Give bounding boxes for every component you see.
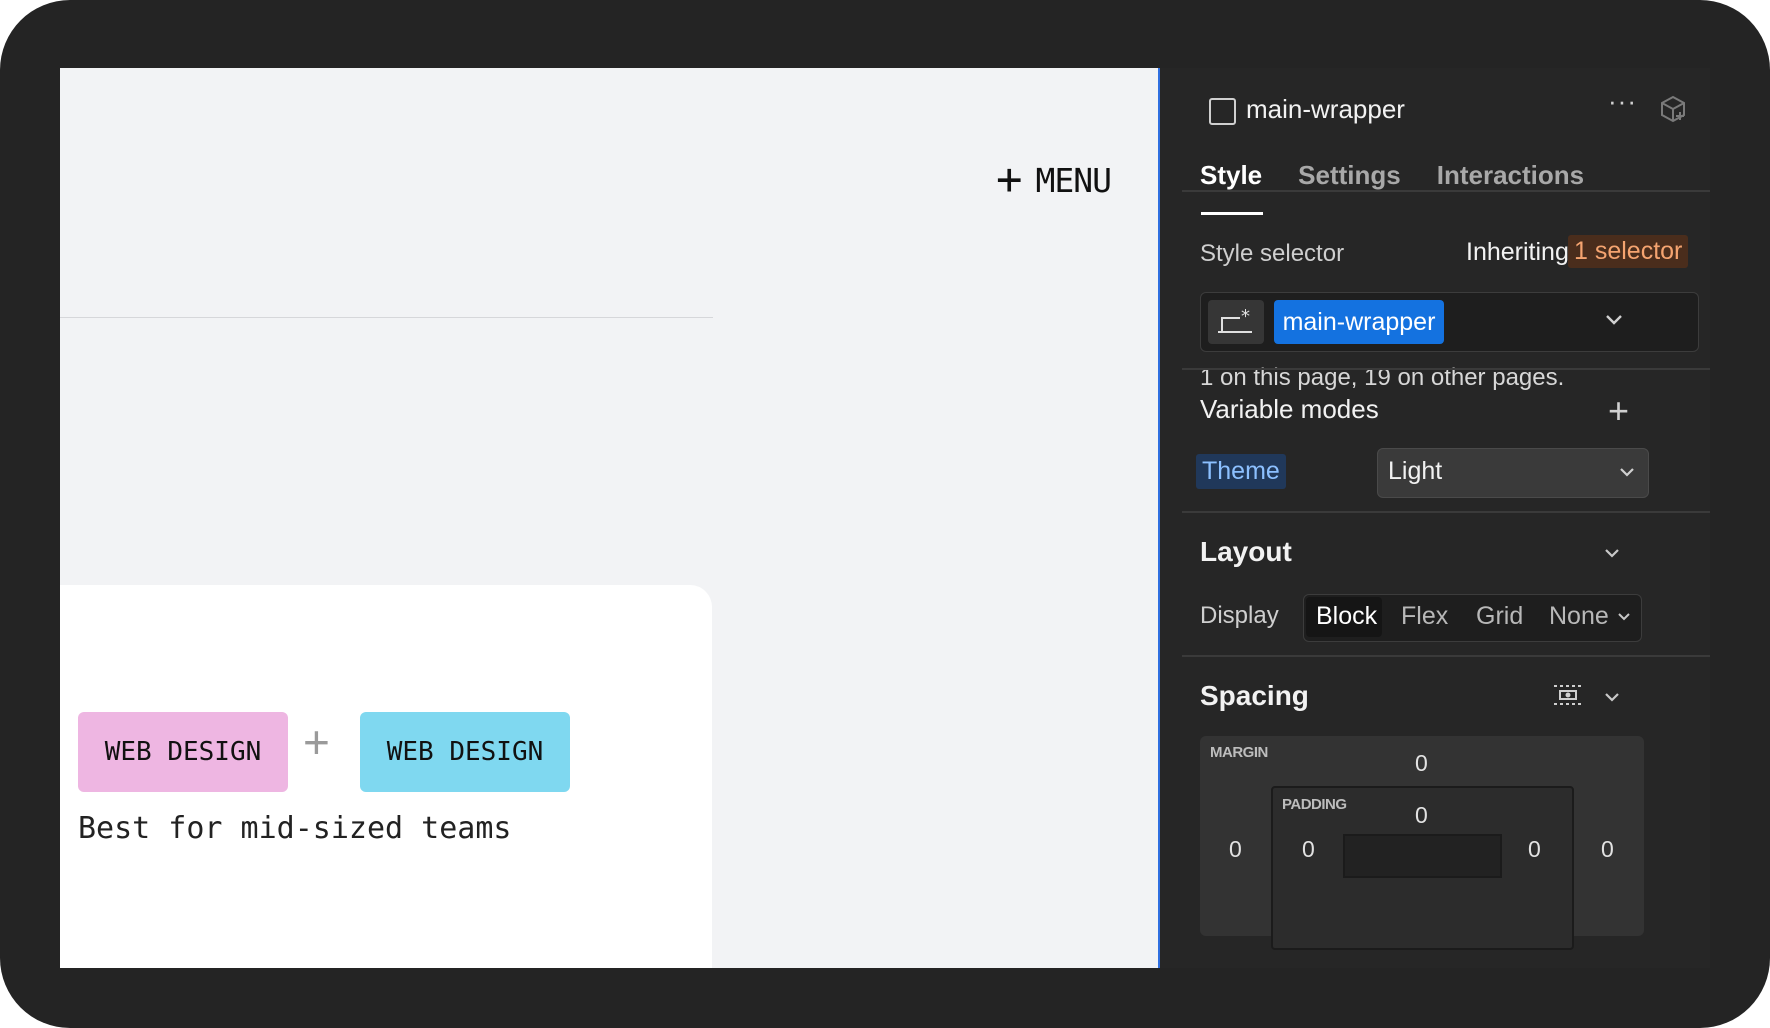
menu-button[interactable]: + MENU <box>996 154 1112 205</box>
element-name: main-wrapper <box>1246 94 1405 124</box>
selector-state-icon[interactable]: * <box>1208 300 1264 344</box>
card-caption: Best for mid-sized teams <box>78 811 512 846</box>
spacing-title[interactable]: Spacing <box>1200 680 1309 712</box>
chevron-down-icon <box>1620 468 1634 477</box>
chevron-down-icon[interactable] <box>1603 544 1621 562</box>
padding-label: PADDING <box>1282 796 1347 813</box>
spacing-mode-icon[interactable] <box>1552 680 1584 710</box>
active-tab-indicator <box>1201 212 1263 215</box>
plus-icon: + <box>303 716 330 768</box>
style-selector-label: Style selector <box>1200 240 1345 267</box>
theme-mode-value: Light <box>1388 457 1443 485</box>
divider <box>1182 511 1710 513</box>
padding-top-value[interactable]: 0 <box>1415 802 1428 829</box>
component-add-icon[interactable] <box>1658 94 1688 124</box>
app-frame: + MENU WEB DESIGN + WEB DESIGN Best for … <box>0 0 1770 1028</box>
layout-title[interactable]: Layout <box>1200 536 1292 568</box>
tab-settings[interactable]: Settings <box>1298 160 1401 191</box>
margin-right-value[interactable]: 0 <box>1601 836 1614 863</box>
inherit-selector-badge[interactable]: 1 selector <box>1568 235 1689 268</box>
divider <box>1182 190 1710 192</box>
inheriting-text: Inheriting <box>1466 238 1569 266</box>
padding-left-value[interactable]: 0 <box>1302 836 1315 863</box>
display-option-grid[interactable]: Grid <box>1476 602 1523 631</box>
menu-label: MENU <box>1035 160 1112 200</box>
chevron-down-icon[interactable] <box>1603 688 1621 706</box>
display-option-flex[interactable]: Flex <box>1401 602 1448 631</box>
pricing-card[interactable]: WEB DESIGN + WEB DESIGN Best for mid-siz… <box>60 585 712 968</box>
theme-label[interactable]: Theme <box>1196 454 1286 489</box>
chevron-down-icon[interactable] <box>1603 308 1625 330</box>
display-option-none[interactable]: None <box>1549 602 1609 631</box>
element-checkbox-icon[interactable] <box>1209 98 1236 125</box>
divider <box>1182 368 1710 370</box>
margin-label: MARGIN <box>1210 744 1268 761</box>
svg-text:*: * <box>1241 306 1250 327</box>
style-panel: main-wrapper ··· Style Settings Interact… <box>1160 68 1710 968</box>
tab-interactions[interactable]: Interactions <box>1437 160 1584 191</box>
theme-mode-select[interactable]: Light <box>1377 448 1649 498</box>
display-label: Display <box>1200 602 1279 629</box>
tab-style[interactable]: Style <box>1200 160 1262 191</box>
margin-top-value[interactable]: 0 <box>1415 750 1428 777</box>
padding-right-value[interactable]: 0 <box>1528 836 1541 863</box>
content-box <box>1343 834 1502 878</box>
design-canvas[interactable]: + MENU WEB DESIGN + WEB DESIGN Best for … <box>60 68 1160 968</box>
margin-left-value[interactable]: 0 <box>1229 836 1242 863</box>
variable-modes-title: Variable modes <box>1200 394 1379 424</box>
plus-icon: + <box>996 154 1022 205</box>
tag-web-design-cyan[interactable]: WEB DESIGN <box>360 712 570 792</box>
panel-tabs: Style Settings Interactions <box>1200 160 1584 191</box>
selected-class-chip[interactable]: main-wrapper <box>1274 300 1444 344</box>
tag-web-design-pink[interactable]: WEB DESIGN <box>78 712 288 792</box>
divider-line <box>60 317 713 318</box>
display-option-block[interactable]: Block <box>1316 602 1377 631</box>
more-options-icon[interactable]: ··· <box>1608 86 1637 117</box>
chevron-down-icon[interactable] <box>1616 609 1632 625</box>
divider <box>1182 655 1710 657</box>
add-variable-mode-icon[interactable]: + <box>1608 390 1629 432</box>
